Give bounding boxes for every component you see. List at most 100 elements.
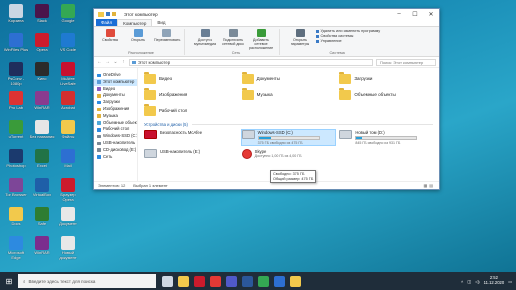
desktop-icon[interactable]: Microsoft Edge [3, 236, 29, 266]
folder-item[interactable]: Музыка [241, 88, 336, 101]
properties-button[interactable]: Свойства [98, 29, 122, 42]
nav-item[interactable]: Музыка [94, 113, 137, 120]
map-drive-button[interactable]: Подключить сетевой диск [221, 29, 245, 46]
nav-item[interactable]: Объемные объекты [94, 120, 137, 127]
devices-section-header[interactable]: Устройства и диски (5) [144, 122, 433, 127]
explorer-icon[interactable] [178, 275, 189, 287]
add-network-location-button[interactable]: Добавить сетевое расположение [249, 29, 273, 50]
tab-computer[interactable]: Компьютер [117, 19, 153, 26]
media-access-button[interactable]: Доступ к мультимедиа [193, 29, 217, 46]
folder-item[interactable]: Объемные объекты [339, 88, 433, 101]
folder-icon [98, 11, 104, 17]
clock[interactable]: 2:52 11.12.2020 [484, 276, 505, 285]
folder-item[interactable]: Изображения [144, 88, 238, 101]
open-settings-button[interactable]: Открыть параметры [288, 29, 312, 46]
desktop-icon[interactable]: Tor Browser [3, 178, 29, 208]
teams-icon[interactable] [226, 275, 237, 287]
desktop-icon[interactable]: VS Code [55, 33, 81, 63]
desktop-icon[interactable]: Pro Lab [3, 91, 29, 121]
chrome-icon[interactable] [258, 275, 269, 287]
nav-item[interactable]: Рабочий стол [94, 126, 137, 133]
desktop-icon[interactable]: McAfee LiveSafe [55, 62, 81, 92]
drive-item[interactable]: Безопасность McAfee [144, 130, 238, 145]
nav-item[interactable]: Загрузки [94, 99, 137, 106]
desktop-icon[interactable]: uTorrent [3, 120, 29, 150]
desktop-icon[interactable]: Docs [3, 207, 29, 237]
maximize-button[interactable]: ☐ [407, 9, 423, 19]
opera-icon[interactable] [194, 275, 205, 287]
taskbar-search-input[interactable]: ⌕ Введите здесь текст для поиска [18, 274, 156, 288]
mail-icon[interactable] [274, 275, 285, 287]
drive-item[interactable]: Skype Доступно 1,00 ГБ из 4,00 ГБ [241, 148, 336, 159]
nav-item[interactable]: Документы [94, 92, 137, 99]
desktop-icon[interactable]: Safe [29, 207, 55, 237]
folder-item[interactable]: Документы [241, 72, 336, 85]
folder-item[interactable]: Загрузки [339, 72, 433, 85]
desktop-icon[interactable]: Google [55, 4, 81, 34]
quick-access-properties-icon[interactable] [106, 12, 110, 16]
desktop-icon[interactable]: Документ [55, 207, 81, 237]
rename-button[interactable]: Переименовать [154, 29, 181, 42]
tab-file[interactable]: Файл [96, 19, 118, 26]
search-input[interactable]: Поиск: Этот компьютер [376, 58, 436, 66]
nav-item[interactable]: Этот компьютер [94, 78, 137, 86]
desktop-icon[interactable]: Файлы [55, 120, 81, 150]
desktop-icon[interactable]: Корзина [3, 4, 29, 34]
chevron-down-icon[interactable]: ⌄ [113, 59, 118, 65]
desktop-icon[interactable]: VirtualBox [29, 178, 55, 208]
minimize-button[interactable]: – [391, 9, 407, 19]
nav-item[interactable]: Видео [94, 86, 137, 93]
title-bar[interactable]: Этот компьютер – ☐ ✕ [94, 9, 439, 19]
desktop-icon[interactable]: Slack [29, 4, 55, 34]
desktop-icon[interactable]: WinFiles Plus [3, 33, 29, 63]
notifications-icon[interactable]: ▭ [508, 279, 512, 284]
explorer-window: Этот компьютер – ☐ ✕ Файл Компьютер Вид … [93, 8, 440, 190]
task-view-icon[interactable] [162, 275, 173, 287]
view-toggle-icons[interactable]: ▦▤ [423, 182, 439, 189]
back-arrow-icon[interactable]: ← [97, 59, 102, 65]
desktop-icon[interactable]: PsConv - 1080p [3, 62, 29, 92]
rename-label: Переименовать [154, 38, 181, 42]
up-arrow-icon[interactable]: ↑ [121, 59, 126, 65]
desktop-icon-label: Photoshop [6, 164, 26, 168]
files-icon[interactable] [290, 275, 301, 287]
yandex-icon[interactable] [210, 275, 221, 287]
nav-item[interactable]: Windows-SSD (C:) [94, 133, 137, 140]
tab-view[interactable]: Вид [152, 19, 170, 26]
desktop-icon[interactable]: Excel [29, 149, 55, 179]
drive-item[interactable]: Новый том (D:) 845 ГБ свободно из 931 ГБ [339, 130, 433, 145]
desktop-icon[interactable]: Mail [55, 149, 81, 179]
ribbon-group-system: Открыть параметры Удалить или изменить п… [288, 29, 386, 55]
windows-start-icon[interactable]: ⊞ [0, 272, 18, 290]
network-icon[interactable]: ◫ [467, 279, 471, 284]
forward-arrow-icon[interactable]: → [105, 59, 110, 65]
address-path[interactable]: Этот компьютер [129, 58, 373, 66]
desktop-icon[interactable]: Acrobat [55, 91, 81, 121]
desktop-icon[interactable]: Photoshop [3, 149, 29, 179]
folder-item[interactable]: Рабочий стол [144, 104, 238, 117]
close-button[interactable]: ✕ [423, 9, 439, 19]
nav-item[interactable]: USB-накопитель [94, 140, 137, 147]
desktop-icon[interactable]: Браузер Opera [55, 178, 81, 208]
nav-item[interactable]: Сеть [94, 154, 137, 161]
desktop-icon[interactable]: WinRAR [29, 236, 55, 266]
open-button[interactable]: Открыть [126, 29, 150, 42]
drive-item[interactable]: USB-накопитель (E:) [144, 148, 238, 159]
desktop-icon[interactable]: Новый документ [55, 236, 81, 266]
desktop-icon[interactable]: Opera [29, 33, 55, 63]
quick-access-newfolder-icon[interactable] [112, 12, 116, 16]
volume-icon[interactable]: ◁) [475, 279, 479, 284]
folder-item[interactable]: Видео [144, 72, 238, 85]
chevron-up-icon[interactable]: ˄ [461, 279, 463, 284]
nav-item[interactable]: OneDrive [94, 72, 137, 79]
drives-grid: Безопасность McAfee Windows-SSD (C:) 375 Г… [144, 129, 433, 159]
drive-item[interactable]: Windows-SSD (C:) 375 ГБ свободно из 475 Г… [240, 129, 337, 146]
nav-item[interactable]: CD-дисковод (E:) [94, 147, 137, 154]
desktop-icon[interactable]: WinRAR [29, 91, 55, 121]
desktop-icon[interactable]: Без названия [29, 120, 55, 150]
nav-item[interactable]: Изображения [94, 106, 137, 113]
word-icon[interactable] [242, 275, 253, 287]
desktop-icon[interactable]: Кино [29, 62, 55, 92]
drive-text: Skype Доступно 1,00 ГБ из 4,00 ГБ [255, 149, 336, 158]
manage-link[interactable]: Управление [316, 39, 380, 44]
